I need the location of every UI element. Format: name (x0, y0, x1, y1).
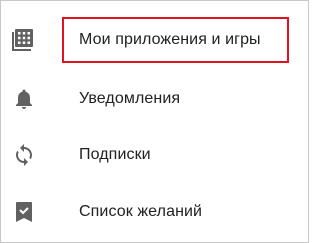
bell-icon (12, 87, 36, 111)
bookmark-check-icon (12, 200, 36, 224)
apps-grid-icon (12, 28, 36, 52)
menu-item-label: Подписки (79, 146, 151, 163)
refresh-icon (12, 143, 36, 167)
drawer-menu: Мои приложения и игры Уведомления Подпис… (0, 0, 307, 241)
menu-item-label: Уведомления (79, 90, 181, 107)
menu-item-label: Мои приложения и игры (79, 31, 261, 48)
menu-item-label: Список желаний (79, 203, 203, 220)
menu-item-notifications[interactable]: Уведомления (0, 71, 307, 127)
menu-item-wishlist[interactable]: Список желаний (0, 184, 307, 240)
menu-item-my-apps-games[interactable]: Мои приложения и игры (0, 12, 307, 68)
menu-item-subscriptions[interactable]: Подписки (0, 127, 307, 183)
